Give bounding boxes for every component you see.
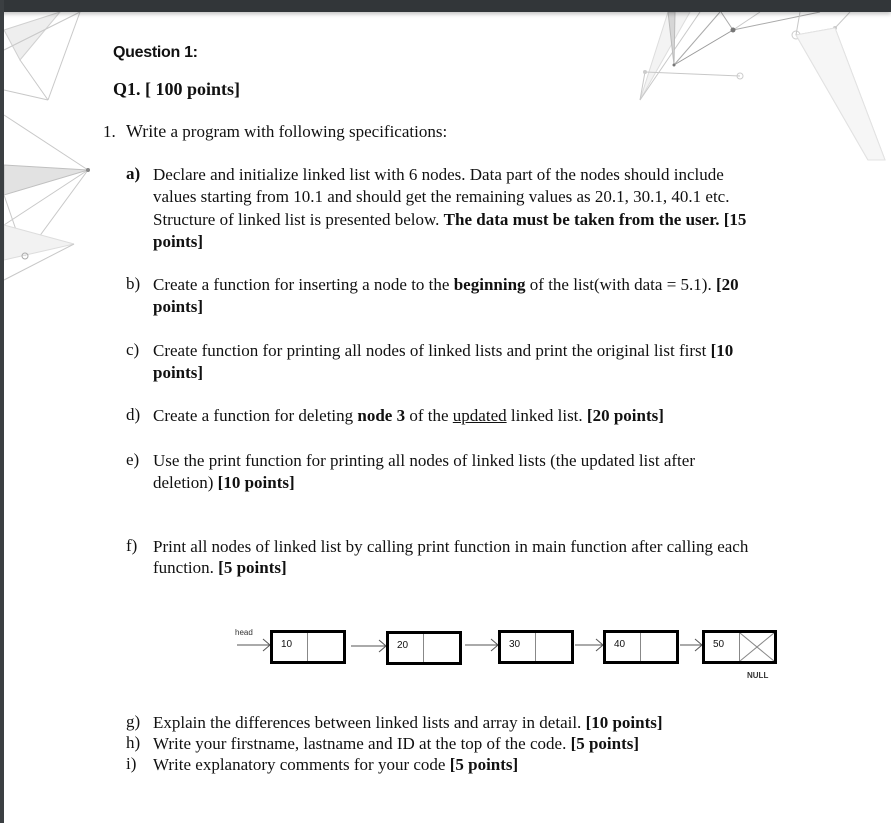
task-intro: Write a program with following specifica…: [126, 121, 447, 142]
item-a-line4: points]: [153, 232, 204, 251]
arrow-3-4: [575, 638, 604, 652]
item-h-line: Write your firstname, lastname and ID at…: [153, 734, 640, 753]
list-node: 40: [603, 630, 679, 664]
head-arrow: [237, 638, 271, 652]
node-divider: [423, 634, 424, 662]
list-node: 10: [270, 630, 346, 664]
node-value: 20: [397, 640, 409, 651]
item-b-line1: Create a function for inserting a node t…: [153, 275, 739, 294]
item-h-label: h): [126, 733, 141, 752]
item-c-line1: Create function for printing all nodes o…: [153, 341, 734, 360]
item-i-line: Write explanatory comments for your code…: [153, 755, 519, 774]
item-i-label: i): [126, 754, 137, 773]
viewer-left-edge: [0, 0, 4, 823]
item-c-line2: points]: [153, 363, 204, 382]
question-heading: Q1. [ 100 points]: [113, 79, 241, 99]
item-e-line2: deletion) [10 points]: [153, 473, 295, 492]
node-divider: [535, 633, 536, 661]
section-title: Question 1:: [113, 44, 198, 61]
item-f-line1: Print all nodes of linked list by callin…: [153, 537, 749, 556]
arrow-4-5: [680, 638, 703, 652]
item-g-line: Explain the differences between linked l…: [153, 713, 663, 732]
arrow-2-3: [465, 638, 499, 652]
item-f-line2: function. [5 points]: [153, 558, 287, 577]
item-g-label: g): [126, 712, 141, 731]
item-d-line1: Create a function for deleting node 3 of…: [153, 406, 664, 425]
node-divider: [307, 633, 308, 661]
list-node: 30: [498, 630, 574, 664]
item-c-label: c): [126, 340, 140, 359]
list-node-tail: 50: [702, 630, 777, 664]
item-b-label: b): [126, 274, 141, 293]
node-divider: [640, 633, 641, 661]
item-a-label: a): [126, 164, 141, 183]
node-value: 50: [713, 639, 725, 650]
item-e-line1: Use the print function for printing all …: [153, 451, 695, 470]
node-value: 10: [281, 639, 293, 650]
node-value: 40: [614, 639, 626, 650]
task-intro-word: Write: [126, 121, 167, 141]
viewer-toolbar: [0, 0, 891, 12]
item-e-label: e): [126, 450, 140, 469]
item-f-label: f): [126, 536, 138, 555]
list-node: 20: [386, 631, 462, 665]
null-pointer-cross-icon: [740, 633, 774, 661]
item-b-line2: points]: [153, 297, 204, 316]
item-a-line1: Declare and initialize linked list with …: [153, 165, 724, 184]
task-intro-rest: a program with following specifications:: [166, 122, 448, 141]
item-a-line3: Structure of linked list is presented be…: [153, 210, 747, 229]
item-a-line2: values starting from 10.1 and should get…: [153, 187, 730, 206]
task-number: 1.: [103, 122, 116, 141]
null-label: NULL: [747, 671, 769, 680]
node-value: 30: [509, 639, 521, 650]
item-d-label: d): [126, 405, 141, 424]
arrow-1-2: [351, 639, 387, 653]
